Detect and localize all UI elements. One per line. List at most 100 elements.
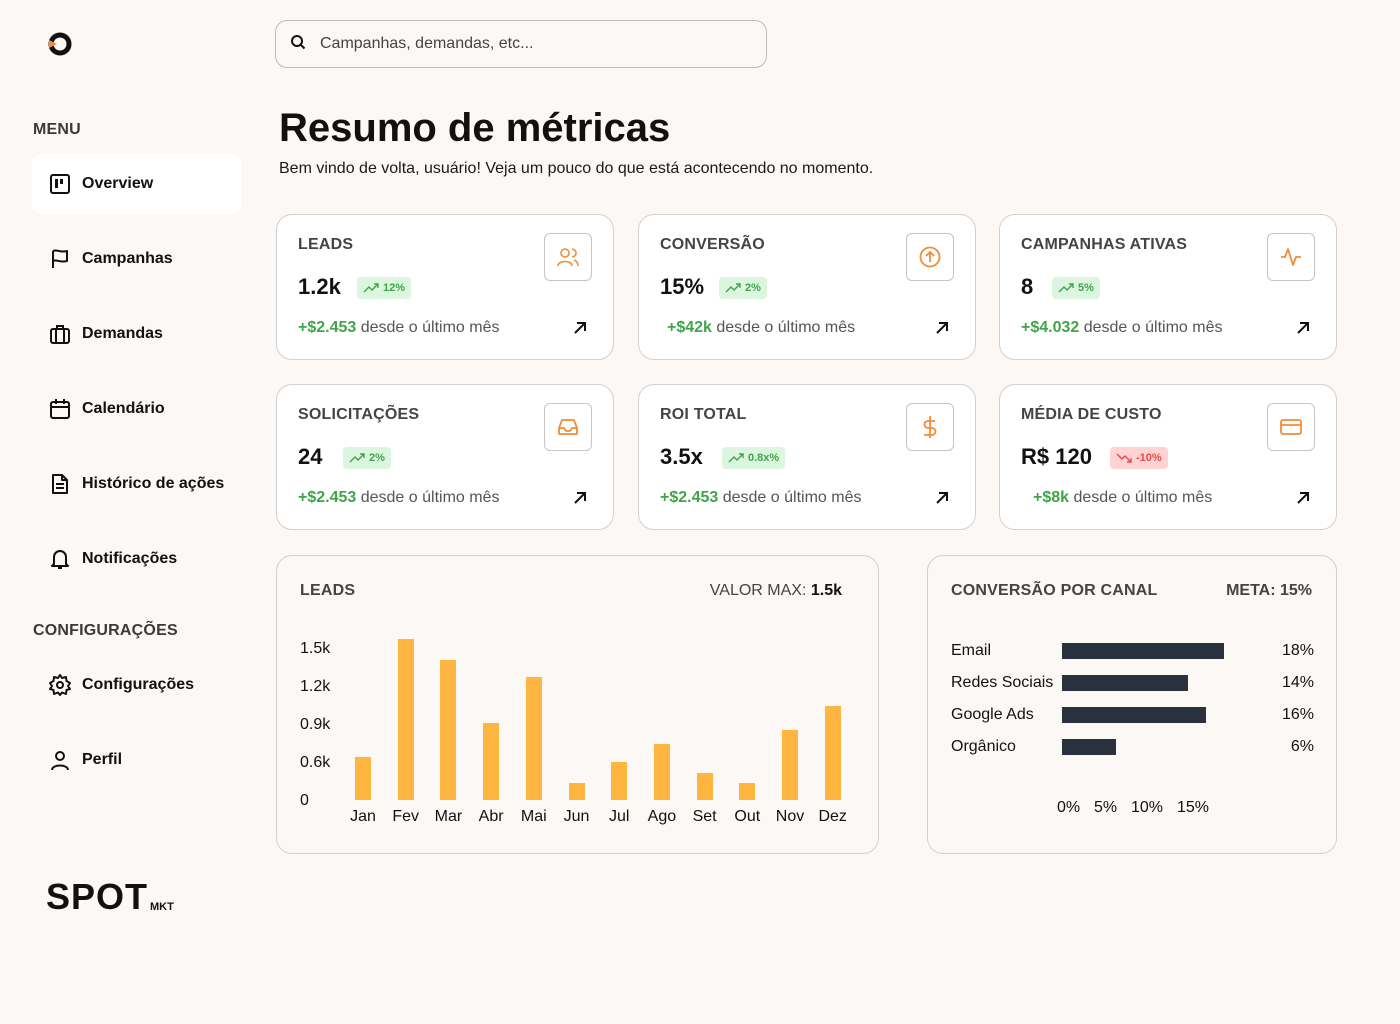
leads-bar-mar[interactable]: [440, 660, 457, 800]
trend-up-icon: [349, 453, 365, 463]
trend-badge: 2%: [719, 277, 767, 299]
channel-label: Google Ads: [951, 706, 1034, 723]
user-icon: [48, 748, 72, 772]
leads-bar-nov[interactable]: [782, 730, 798, 800]
sidebar-item-label: Histórico de ações: [82, 475, 225, 492]
leads-bar-fev[interactable]: [397, 639, 414, 800]
metric-label: MÉDIA DE CUSTO: [1021, 406, 1162, 423]
leads-max-value: VALOR MAX: 1.5k: [710, 582, 842, 600]
metric-footnote-text: desde o último mês: [718, 489, 862, 506]
inbox-icon: [544, 403, 592, 451]
leads-bar-jul[interactable]: [611, 762, 628, 800]
leads-bar-ago[interactable]: [653, 744, 670, 800]
trend-badge-value: 2%: [369, 452, 385, 464]
open-arrow-icon[interactable]: [933, 319, 951, 337]
trend-badge: 2%: [343, 447, 391, 469]
sidebar-item-label: Notificações: [82, 550, 178, 567]
search-input[interactable]: [320, 35, 740, 53]
sidebar-item-calendario[interactable]: Calendário: [32, 379, 241, 439]
trend-badge: -10%: [1110, 447, 1168, 469]
metric-value: 24: [298, 444, 323, 469]
metric-label: ROI TOTAL: [660, 406, 747, 423]
sidebar-item-overview[interactable]: Overview: [32, 154, 241, 214]
trend-badge-value: 0.8x%: [748, 452, 780, 464]
document-icon: [48, 472, 72, 496]
open-arrow-icon[interactable]: [933, 489, 951, 507]
flag-icon: [48, 247, 72, 271]
leads-bar-out[interactable]: [739, 782, 756, 800]
channel-value-label: 16%: [1281, 706, 1314, 723]
x-tick-label: Set: [692, 808, 717, 825]
y-tick-label: 1.2k: [300, 678, 331, 695]
sidebar-item-configuracoes[interactable]: Configurações: [32, 655, 241, 715]
conversion-channel-panel: CONVERSÃO POR CANAL META: 15% Email 18% Re…: [927, 555, 1337, 854]
metric-footnote: +$8k desde o último mês: [1033, 489, 1212, 507]
leads-chart-title: LEADS: [300, 582, 356, 599]
leads-bar-abr[interactable]: [483, 722, 500, 800]
x-tick-label: Fev: [392, 808, 420, 825]
leads-bar-set[interactable]: [696, 773, 713, 800]
menu-section-title: MENU: [33, 121, 81, 138]
y-tick-label: 0.6k: [300, 754, 331, 771]
arrow-up-circle-icon: [906, 233, 954, 281]
open-arrow-icon[interactable]: [571, 489, 589, 507]
y-tick-label: 0.9k: [300, 716, 331, 733]
trend-badge: 5%: [1052, 277, 1100, 299]
trend-badge: 0.8x%: [722, 447, 786, 469]
sidebar-item-label: Configurações: [82, 676, 195, 693]
trend-down-icon: [1116, 453, 1132, 463]
channel-bar[interactable]: [1062, 675, 1188, 691]
trend-badge-value: 2%: [745, 282, 761, 294]
brand-name: SPOT: [46, 876, 149, 917]
metric-value: 1.2k: [298, 274, 341, 299]
leads-bar-dez[interactable]: [824, 705, 841, 800]
open-arrow-icon[interactable]: [571, 319, 589, 337]
metric-label: CAMPANHAS ATIVAS: [1021, 236, 1188, 253]
page-title: Resumo de métricas: [279, 106, 671, 150]
channel-value-label: 6%: [1290, 738, 1314, 755]
sidebar-item-perfil[interactable]: Perfil: [32, 730, 241, 790]
briefcase-icon: [48, 322, 72, 346]
leads-bar-jun[interactable]: [568, 782, 585, 800]
x-tick-label: Ago: [647, 808, 677, 825]
calendar-icon: [48, 397, 72, 421]
metric-card-conversao[interactable]: CONVERSÃO 15% 2% +$42k desde o último mê…: [638, 214, 976, 360]
metric-value: 3.5x: [660, 444, 703, 469]
channel-bar[interactable]: [1062, 739, 1116, 755]
metric-value: 15%: [660, 274, 705, 299]
metric-footnote: +$4.032 desde o último mês: [1021, 319, 1222, 337]
sidebar-item-campanhas[interactable]: Campanhas: [32, 229, 241, 289]
leads-max-number: 1.5k: [810, 582, 842, 599]
sidebar-item-notificacoes[interactable]: Notificações: [32, 529, 241, 589]
metric-delta: +$2.453: [660, 489, 719, 506]
x-tick-label: 5%: [1094, 799, 1118, 816]
metric-card-solicitacoes[interactable]: SOLICITAÇÕES 24 2% +$2.453 desde o últim…: [276, 384, 614, 530]
x-tick-label: Dez: [818, 808, 847, 825]
page-subtitle: Bem vindo de volta, usuário! Veja um pou…: [279, 160, 874, 177]
open-arrow-icon[interactable]: [1294, 319, 1312, 337]
channel-bar[interactable]: [1062, 707, 1206, 723]
brand-logo: SPOT MKT: [46, 876, 174, 917]
metric-card-roi-total[interactable]: ROI TOTAL 3.5x 0.8x% +$2.453 desde o últ…: [638, 384, 976, 530]
leads-bar-mai[interactable]: [525, 676, 542, 800]
sidebar-item-demandas[interactable]: Demandas: [32, 304, 241, 364]
channel-chart-title: CONVERSÃO POR CANAL: [951, 582, 1158, 599]
board-icon: [48, 172, 72, 196]
search-bar[interactable]: [275, 20, 767, 68]
activity-icon: [1267, 233, 1315, 281]
metric-label: LEADS: [298, 236, 354, 253]
metric-card-campanhas-ativas[interactable]: CAMPANHAS ATIVAS 8 5% +$4.032 desde o úl…: [999, 214, 1337, 360]
trend-up-icon: [728, 453, 744, 463]
sidebar-item-historico[interactable]: Histórico de ações: [32, 454, 241, 514]
metric-card-leads[interactable]: LEADS 1.2k 12% +$2.453 desde o último mê…: [276, 214, 614, 360]
metric-card-media-de-custo[interactable]: MÉDIA DE CUSTO R$ 120 -10% +$8k desde o …: [999, 384, 1337, 530]
open-arrow-icon[interactable]: [1294, 489, 1312, 507]
bell-icon: [48, 547, 72, 571]
leads-bar-jan[interactable]: [355, 757, 371, 800]
sidebar-item-label: Overview: [82, 175, 154, 192]
channel-bar[interactable]: [1062, 643, 1224, 659]
metric-footnote: +$2.453 desde o último mês: [298, 319, 499, 337]
trend-badge: 12%: [357, 277, 412, 299]
channel-label: Orgânico: [951, 738, 1016, 755]
y-tick-label: 1.5k: [300, 640, 331, 657]
